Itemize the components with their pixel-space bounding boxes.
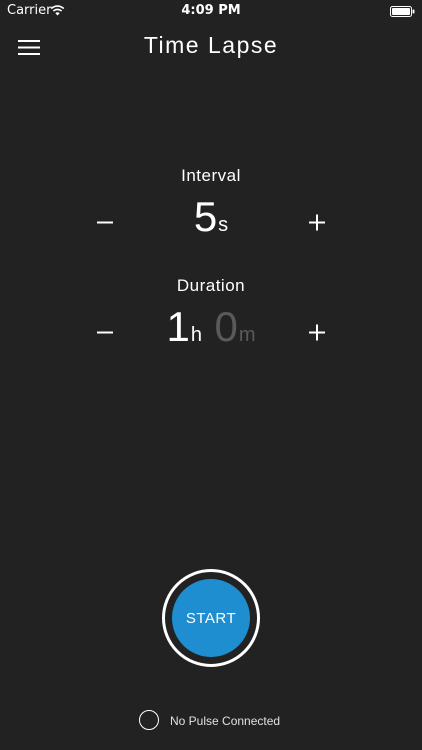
pulse-device-icon [139,710,159,730]
interval-increment-button[interactable] [297,203,337,243]
start-button-ring[interactable]: START [162,569,260,667]
interval-unit: s [218,214,229,236]
duration-minutes-unit: m [238,324,256,346]
start-button[interactable]: START [172,579,250,657]
interval-decrement-button[interactable] [85,203,125,243]
clock-label: 4:09 PM [181,3,241,18]
interval-label: Interval [181,166,241,185]
duration-hours-unit: h [190,324,202,346]
minus-icon [97,221,113,224]
duration-value-display: 1h 0m [130,303,292,351]
plus-icon [309,324,325,341]
pulse-status-label: No Pulse Connected [170,714,281,728]
duration-decrement-button[interactable] [85,313,125,353]
plus-icon [309,214,325,231]
page-title: Time Lapse [143,32,279,58]
duration-increment-button[interactable] [297,313,337,353]
status-bar: Carrier 4:09 PM [0,0,422,22]
interval-value-display: 5s [130,193,292,241]
duration-hours-value[interactable]: 1 [167,303,190,350]
battery-icon [390,6,415,17]
duration-minutes-value[interactable]: 0 [214,303,237,350]
interval-value: 5 [193,193,217,240]
minus-icon [97,331,113,334]
duration-label: Duration [176,276,246,295]
